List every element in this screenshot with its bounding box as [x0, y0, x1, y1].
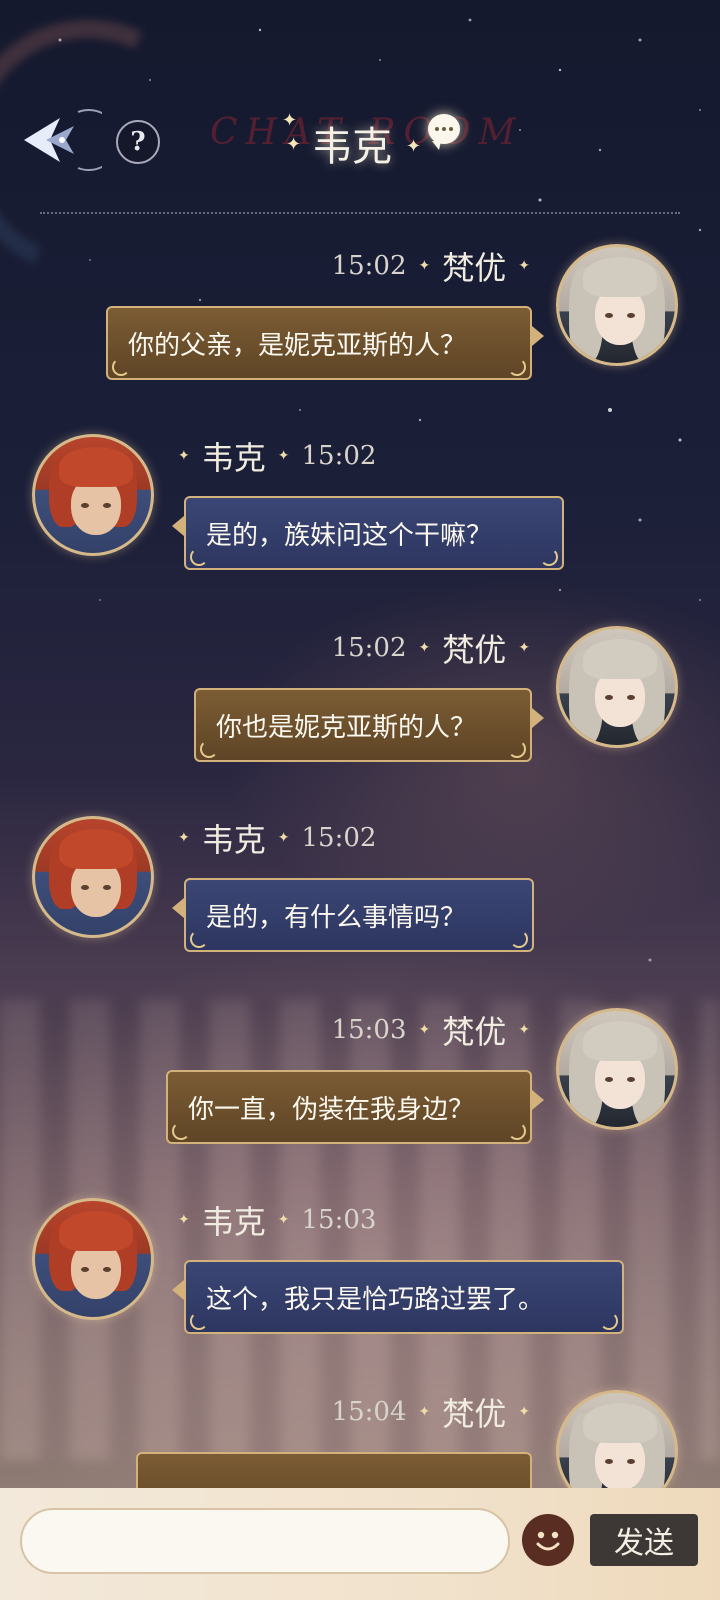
- avatar-weike[interactable]: [32, 434, 154, 556]
- bubble-tail: [172, 516, 184, 536]
- message-bubble[interactable]: 你的父亲，是妮克亚斯的人？: [106, 306, 532, 380]
- bubble-tail: [532, 1090, 544, 1110]
- message-meta: ✦ 韦克 ✦ 15:03: [178, 1198, 376, 1242]
- sparkle-icon: ✦: [418, 1022, 431, 1038]
- bubble-tail: [532, 326, 544, 346]
- message-time: 15:02: [301, 441, 377, 471]
- bubble-tail: [172, 898, 184, 918]
- help-button[interactable]: ?: [116, 120, 160, 164]
- bubble-tail: [172, 1280, 184, 1300]
- message-bubble[interactable]: 你也是妮克亚斯的人？: [194, 688, 532, 762]
- sparkle-icon: ✦: [277, 1212, 290, 1228]
- emoji-button[interactable]: [522, 1514, 574, 1566]
- message-input[interactable]: [20, 1508, 510, 1574]
- avatar-fanyou[interactable]: [556, 626, 678, 748]
- sender-name: 梵优: [442, 1013, 507, 1051]
- message-text: 你也是妮克亚斯的人？: [216, 712, 477, 743]
- sparkle-icon: ✦: [518, 258, 530, 274]
- sparkle-icon: ✦: [282, 110, 298, 131]
- avatar-weike[interactable]: [32, 1198, 154, 1320]
- sender-name: 韦克: [201, 1203, 266, 1241]
- sparkle-icon: ✦: [286, 134, 302, 155]
- avatar-fanyou[interactable]: [556, 1008, 678, 1130]
- message-time: 15:03: [331, 1015, 407, 1045]
- message-time: 15:02: [331, 633, 407, 663]
- sparkle-icon: ✦: [178, 448, 190, 464]
- header-divider: [40, 212, 680, 214]
- sparkle-icon: ✦: [178, 830, 190, 846]
- sparkle-icon: ✦: [418, 1404, 431, 1420]
- sender-name: 韦克: [201, 821, 266, 859]
- bubble-tail: [532, 708, 544, 728]
- sender-name: 梵优: [442, 631, 507, 669]
- sparkle-icon: ✦: [518, 1022, 530, 1038]
- message-text: 是的，族妹问这个干嘛？: [206, 520, 493, 551]
- message-time: 15:03: [301, 1205, 377, 1235]
- avatar-weike[interactable]: [32, 816, 154, 938]
- message-time: 15:04: [331, 1397, 407, 1427]
- message-time: 15:02: [331, 251, 407, 281]
- sender-name: 韦克: [201, 439, 266, 477]
- sparkle-icon: ✦: [418, 258, 431, 274]
- message-meta: ✦ 韦克 ✦ 15:02: [178, 816, 376, 860]
- sparkle-icon: ✦: [406, 136, 422, 157]
- input-bar: 发送: [0, 1488, 720, 1600]
- message-text: 这个，我只是恰巧路过罢了。: [206, 1284, 545, 1315]
- message-meta: ✦ 韦克 ✦ 15:02: [178, 434, 376, 478]
- back-button[interactable]: [16, 108, 102, 172]
- message-bubble[interactable]: 是的，有什么事情吗？: [184, 878, 534, 952]
- chat-title: 韦克: [312, 124, 392, 170]
- sparkle-icon: ✦: [518, 640, 530, 656]
- send-button[interactable]: 发送: [590, 1514, 698, 1566]
- avatar-fanyou[interactable]: [556, 244, 678, 366]
- message-meta: 15:02 ✦ 梵优 ✦: [332, 626, 530, 670]
- sender-name: 梵优: [442, 249, 507, 287]
- message-bubble[interactable]: 你一直，伪装在我身边？: [166, 1070, 532, 1144]
- sparkle-icon: ✦: [518, 1404, 530, 1420]
- message-text: 你一直，伪装在我身边？: [188, 1094, 475, 1125]
- emoji-icon: [536, 1531, 560, 1551]
- message-bubble[interactable]: 是的，族妹问这个干嘛？: [184, 496, 564, 570]
- message-time: 15:02: [301, 823, 377, 853]
- sparkle-icon: ✦: [277, 448, 290, 464]
- help-icon: ?: [130, 127, 146, 157]
- message-meta: 15:04 ✦ 梵优 ✦: [332, 1390, 530, 1434]
- message-text: 是的，有什么事情吗？: [206, 902, 467, 933]
- chat-header: ? CHAT ROOM ✦ ✦ 韦克 ✦: [0, 90, 720, 200]
- message-bubble[interactable]: 这个，我只是恰巧路过罢了。: [184, 1260, 624, 1334]
- sender-name: 梵优: [442, 1395, 507, 1433]
- sparkle-icon: ✦: [178, 1212, 190, 1228]
- message-meta: 15:03 ✦ 梵优 ✦: [332, 1008, 530, 1052]
- chat-bubble-icon: [428, 114, 460, 150]
- message-meta: 15:02 ✦ 梵优 ✦: [332, 244, 530, 288]
- sparkle-icon: ✦: [418, 640, 431, 656]
- message-text: 你的父亲，是妮克亚斯的人？: [128, 330, 467, 361]
- back-arrow-icon: [24, 109, 102, 171]
- sparkle-icon: ✦: [277, 830, 290, 846]
